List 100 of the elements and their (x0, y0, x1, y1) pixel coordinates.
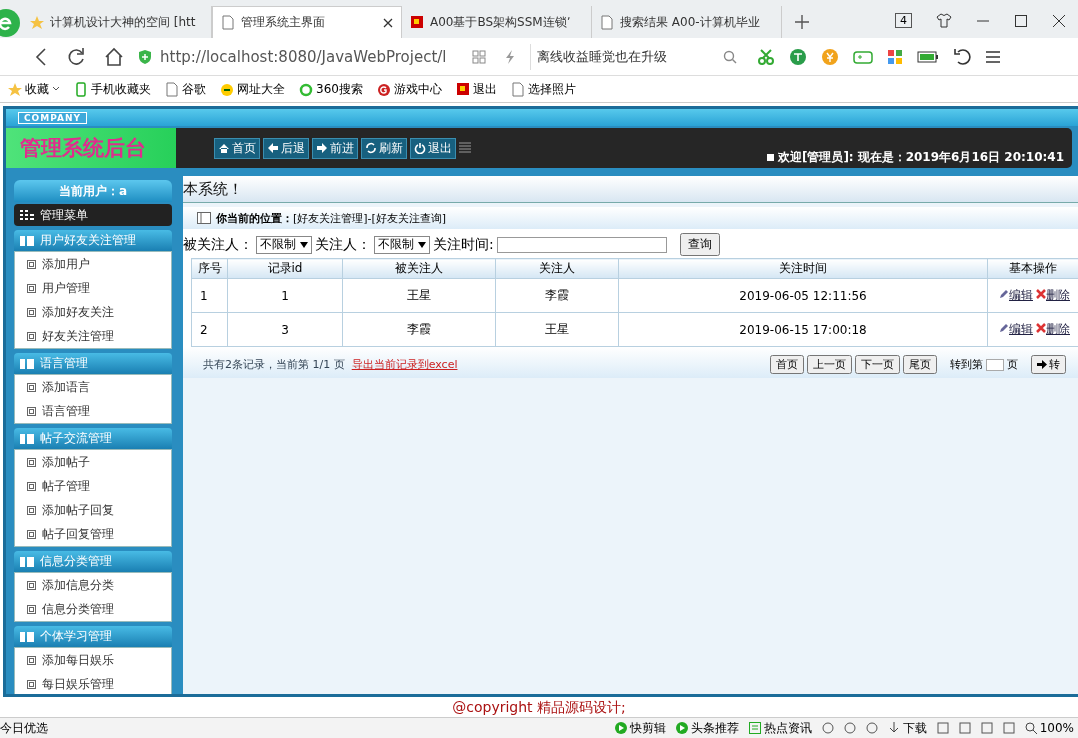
status-item[interactable]: 快剪辑 (614, 719, 666, 737)
menu-item[interactable]: 添加每日娱乐 (15, 648, 171, 672)
document-icon (27, 331, 36, 341)
battery-icon (917, 50, 939, 63)
column-header: 被关注人 (342, 258, 496, 279)
status-text: 今日优选 (0, 719, 48, 737)
column-header: 关注人 (495, 258, 619, 279)
app-title: 管理系统后台 (6, 128, 176, 168)
document-icon (27, 307, 36, 317)
status-item[interactable]: 热点资讯 (748, 719, 812, 737)
menu-item[interactable]: 帖子管理 (15, 474, 171, 498)
column-header: 基本操作 (987, 258, 1078, 279)
filter-label: 关注人： (315, 235, 371, 254)
export-link[interactable]: 导出当前记录到excel (351, 357, 458, 372)
apps-icon (887, 48, 903, 65)
bookmark-link[interactable]: 游戏中心 (376, 80, 442, 98)
shield-icon (138, 48, 152, 65)
news-icon (748, 722, 761, 734)
document-icon (27, 529, 36, 539)
table-cell: 2019-06-15 17:00:18 (618, 312, 988, 347)
scissors-icon (757, 47, 775, 66)
status-item[interactable]: 头条推荐 (675, 719, 739, 737)
tab-count[interactable]: 4 (895, 13, 912, 28)
bookmark-link[interactable]: 谷歌 (165, 80, 206, 98)
menu-item[interactable]: 好友关注管理 (15, 324, 171, 348)
refresh-icon (365, 142, 377, 154)
search-icon (723, 49, 737, 64)
bookmark-link[interactable]: 收藏 (8, 80, 60, 98)
query-button[interactable]: 查询 (679, 233, 720, 256)
goto-label: 转到第 (950, 357, 983, 372)
star-icon (8, 81, 22, 97)
book-icon (20, 235, 34, 246)
book-icon (20, 433, 34, 444)
pencil-icon (999, 289, 1009, 299)
nav-button[interactable]: 刷新 (361, 137, 407, 159)
square-icon (410, 14, 424, 30)
copyright-text: @copyright 精品源码设计; (452, 699, 626, 715)
edit-link[interactable]: 编辑 (1009, 288, 1033, 302)
document-icon (27, 259, 36, 269)
date-input-field[interactable] (496, 236, 667, 253)
menu-item[interactable]: 添加帖子回复 (15, 498, 171, 522)
edit-link[interactable]: 编辑 (1009, 322, 1033, 336)
delete-icon (1036, 323, 1046, 333)
menu-item[interactable]: 语言管理 (15, 399, 171, 423)
select-field[interactable]: 不限制 (256, 235, 312, 254)
document-icon (27, 457, 36, 467)
plus-icon (794, 14, 810, 30)
nav-button[interactable]: 首页 (214, 137, 260, 159)
menu-item[interactable]: 添加帖子 (15, 450, 171, 474)
document-icon (27, 283, 36, 293)
browser-tab[interactable]: 管理系统主界面 (212, 6, 402, 38)
nav-button[interactable]: 前进 (312, 137, 358, 159)
menu-item[interactable]: 添加好友关注 (15, 300, 171, 324)
menu-item[interactable]: 每日娱乐管理 (15, 672, 171, 694)
right-arrow-icon (1037, 360, 1047, 369)
menu-item[interactable]: 添加语言 (15, 375, 171, 399)
menu-item[interactable]: 信息分类管理 (15, 597, 171, 621)
browser-tab[interactable]: A00基于BS架构SSM连锁ʼ (402, 6, 592, 38)
menu-icon (459, 142, 471, 154)
status-item[interactable]: 100% (1024, 721, 1074, 735)
power-icon (414, 142, 426, 154)
page-button[interactable]: 首页 (770, 355, 804, 374)
status-item[interactable]: 下载 (887, 719, 927, 737)
table-cell: 1 (191, 278, 228, 313)
delete-link[interactable]: 删除 (1046, 288, 1070, 302)
bookmark-link[interactable]: 选择照片 (510, 80, 576, 98)
document-icon (27, 580, 36, 590)
undo-icon (953, 47, 971, 66)
nav-button[interactable]: 后退 (263, 137, 309, 159)
page-icon (221, 15, 235, 30)
nav-button[interactable]: 退出 (410, 137, 456, 159)
table-cell: 李霞 (342, 312, 496, 347)
search-field[interactable]: 离线收益睡觉也在升级 (530, 43, 743, 70)
menu-item[interactable]: 用户管理 (15, 276, 171, 300)
delete-link[interactable]: 删除 (1046, 322, 1070, 336)
menu-item[interactable]: 添加信息分类 (15, 573, 171, 597)
table-cell: 2019-06-05 12:11:56 (618, 278, 988, 313)
bookmark-link[interactable]: 退出 (455, 80, 497, 98)
bookmark-link[interactable]: 手机收藏夹 (74, 80, 151, 98)
address-field[interactable]: http://localhost:8080/JavaWebProject/l (138, 43, 458, 70)
maximize-icon (1014, 14, 1028, 28)
bookmark-link[interactable]: 网址大全 (220, 80, 285, 98)
page-button[interactable]: 尾页 (903, 355, 937, 374)
bookmark-link[interactable]: 360搜索 (299, 80, 363, 98)
page-input-field[interactable] (986, 358, 1004, 371)
home-icon (104, 46, 124, 67)
browser-tab[interactable]: 搜索结果 A00-计算机毕业 (592, 6, 782, 38)
book-icon (20, 358, 34, 369)
document-icon (27, 604, 36, 614)
menu-item[interactable]: 添加用户 (15, 252, 171, 276)
page-button[interactable]: 上一页 (807, 355, 852, 374)
pencil-icon (999, 323, 1009, 333)
go-button[interactable]: 转 (1031, 355, 1066, 374)
grid-icon (20, 210, 34, 220)
table-cell: 李霞 (495, 278, 619, 313)
select-field[interactable]: 不限制 (374, 235, 430, 254)
menu-item[interactable]: 帖子回复管理 (15, 522, 171, 546)
page-button[interactable]: 下一页 (855, 355, 900, 374)
ring-icon (299, 81, 313, 97)
table-cell: 王星 (495, 312, 619, 347)
